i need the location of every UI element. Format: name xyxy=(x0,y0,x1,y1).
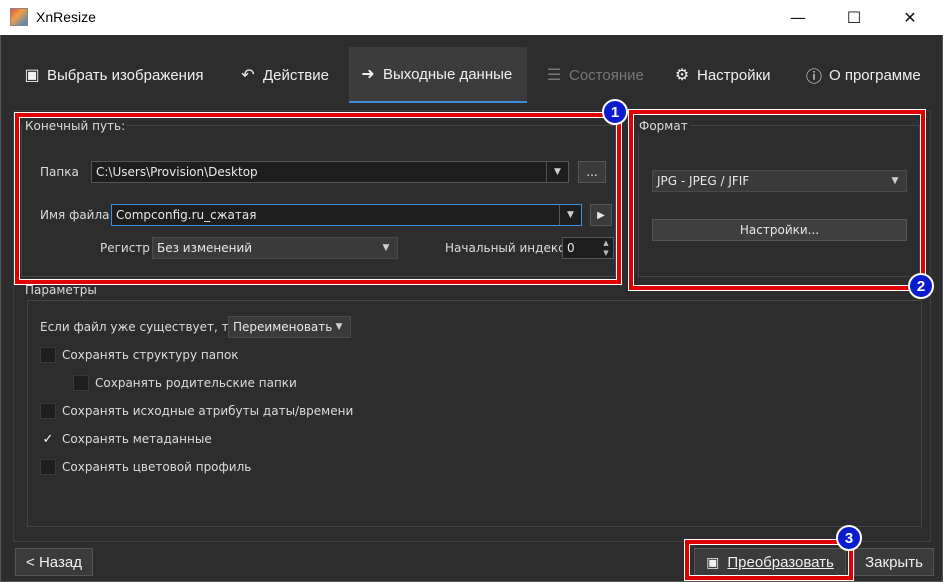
format-settings-button[interactable]: Настройки... xyxy=(652,219,907,241)
tab-select-images[interactable]: ▣ Выбрать изображения xyxy=(13,47,211,103)
tab-label: Выбрать изображения xyxy=(47,66,204,84)
close-button[interactable]: Закрыть xyxy=(854,548,934,576)
chevron-down-icon[interactable]: ▼ xyxy=(375,238,397,258)
annotation-badge-3: 3 xyxy=(836,525,862,551)
gear-icon: ⚙ xyxy=(674,67,690,84)
option-keep-color-profile[interactable]: Сохранять цветовой профиль xyxy=(40,459,251,475)
tab-settings[interactable]: ⚙ Настройки xyxy=(663,47,779,103)
maximize-icon: ☐ xyxy=(846,8,862,27)
option-label: Сохранять метаданные xyxy=(62,432,212,446)
start-index-spinbox[interactable]: 0 ▲ ▼ xyxy=(562,237,614,259)
tab-about[interactable]: ⓘ О программе xyxy=(795,47,929,103)
checkmark-icon[interactable]: ✓ xyxy=(40,431,56,447)
if-exists-value: Переименовать xyxy=(233,320,333,334)
checkbox[interactable] xyxy=(40,403,56,419)
tab-bar: ▣ Выбрать изображения ↶ Действие ➜ Выход… xyxy=(1,45,942,105)
clipboard-list-icon: ☰ xyxy=(546,67,562,84)
filename-label: Имя файла xyxy=(40,208,110,222)
case-value: Без изменений xyxy=(157,241,253,255)
minimize-icon: — xyxy=(790,8,806,27)
folder-label: Папка xyxy=(40,165,79,179)
convert-label: Преобразовать xyxy=(727,553,834,571)
chevron-down-icon[interactable]: ▼ xyxy=(328,317,350,337)
tab-label: Состояние xyxy=(569,66,644,84)
option-label: Сохранять родительские папки xyxy=(95,376,297,390)
convert-icon: ▣ xyxy=(706,553,720,570)
folder-value: C:\Users\Provision\Desktop xyxy=(96,165,258,179)
chevron-down-icon[interactable]: ▼ xyxy=(546,162,568,182)
filename-input[interactable]: Compconfig.ru_сжатая ▼ xyxy=(111,204,582,226)
checkbox[interactable] xyxy=(73,375,89,391)
option-keep-metadata[interactable]: ✓ Сохранять метаданные xyxy=(40,431,212,447)
tab-label: Действие xyxy=(263,66,329,84)
xnresize-app-icon xyxy=(10,8,28,26)
option-label: Сохранять исходные атрибуты даты/времени xyxy=(62,404,354,418)
checkbox[interactable] xyxy=(40,347,56,363)
title-bar: XnResize — ☐ ✕ xyxy=(0,0,943,35)
option-keep-datetime[interactable]: Сохранять исходные атрибуты даты/времени xyxy=(40,403,353,419)
main-window: ▣ Выбрать изображения ↶ Действие ➜ Выход… xyxy=(0,35,943,582)
spin-down-icon[interactable]: ▼ xyxy=(599,248,613,258)
tab-output[interactable]: ➜ Выходные данные xyxy=(349,47,527,103)
if-exists-combobox[interactable]: Переименовать ▼ xyxy=(228,316,351,338)
if-exists-label: Если файл уже существует, то xyxy=(40,320,236,334)
folder-combobox[interactable]: C:\Users\Provision\Desktop ▼ xyxy=(91,161,569,183)
format-value: JPG - JPEG / JFIF xyxy=(657,174,750,188)
option-label: Сохранять цветовой профиль xyxy=(62,460,252,474)
close-icon: ✕ xyxy=(903,8,917,27)
close-window-button[interactable]: ✕ xyxy=(887,0,933,35)
undo-action-icon: ↶ xyxy=(241,67,255,84)
browse-folder-button[interactable]: ... xyxy=(578,161,606,183)
parameters-group-title: Параметры xyxy=(23,283,99,297)
tab-label: Настройки xyxy=(697,66,771,84)
output-arrow-icon: ➜ xyxy=(361,66,375,83)
option-keep-folder-structure[interactable]: Сохранять структуру папок xyxy=(40,347,239,363)
destination-group-title: Конечный путь: xyxy=(23,119,128,133)
filename-template-button[interactable]: ▶ xyxy=(590,204,612,226)
tab-label: О программе xyxy=(829,66,921,84)
tab-status: ☰ Состояние xyxy=(535,47,652,103)
option-keep-parent-folders[interactable]: Сохранять родительские папки xyxy=(73,375,297,391)
option-label: Сохранять структуру папок xyxy=(62,348,239,362)
format-group-title: Формат xyxy=(637,119,690,133)
checkbox[interactable] xyxy=(40,459,56,475)
case-combobox[interactable]: Без изменений ▼ xyxy=(152,237,398,259)
play-arrow-icon: ▶ xyxy=(597,209,605,221)
window-title: XnResize xyxy=(36,9,96,25)
format-combobox[interactable]: JPG - JPEG / JFIF ▼ xyxy=(652,170,907,192)
start-index-label: Начальный индекс xyxy=(445,241,565,255)
convert-button[interactable]: ▣ Преобразовать xyxy=(694,548,846,576)
case-label: Регистр xyxy=(100,241,150,255)
back-button[interactable]: < Назад xyxy=(15,548,93,576)
chevron-down-icon[interactable]: ▼ xyxy=(559,205,581,225)
chevron-down-icon[interactable]: ▼ xyxy=(884,171,906,191)
annotation-badge-2: 2 xyxy=(908,273,934,299)
filename-value: Compconfig.ru_сжатая xyxy=(116,208,257,222)
start-index-value: 0 xyxy=(567,241,575,255)
maximize-button[interactable]: ☐ xyxy=(831,0,877,35)
tab-action[interactable]: ↶ Действие xyxy=(229,47,337,103)
tab-label: Выходные данные xyxy=(383,65,513,83)
minimize-button[interactable]: — xyxy=(775,0,821,35)
format-group xyxy=(638,125,920,277)
info-icon: ⓘ xyxy=(805,69,822,86)
annotation-badge-1: 1 xyxy=(602,99,628,125)
image-select-icon: ▣ xyxy=(24,67,40,84)
